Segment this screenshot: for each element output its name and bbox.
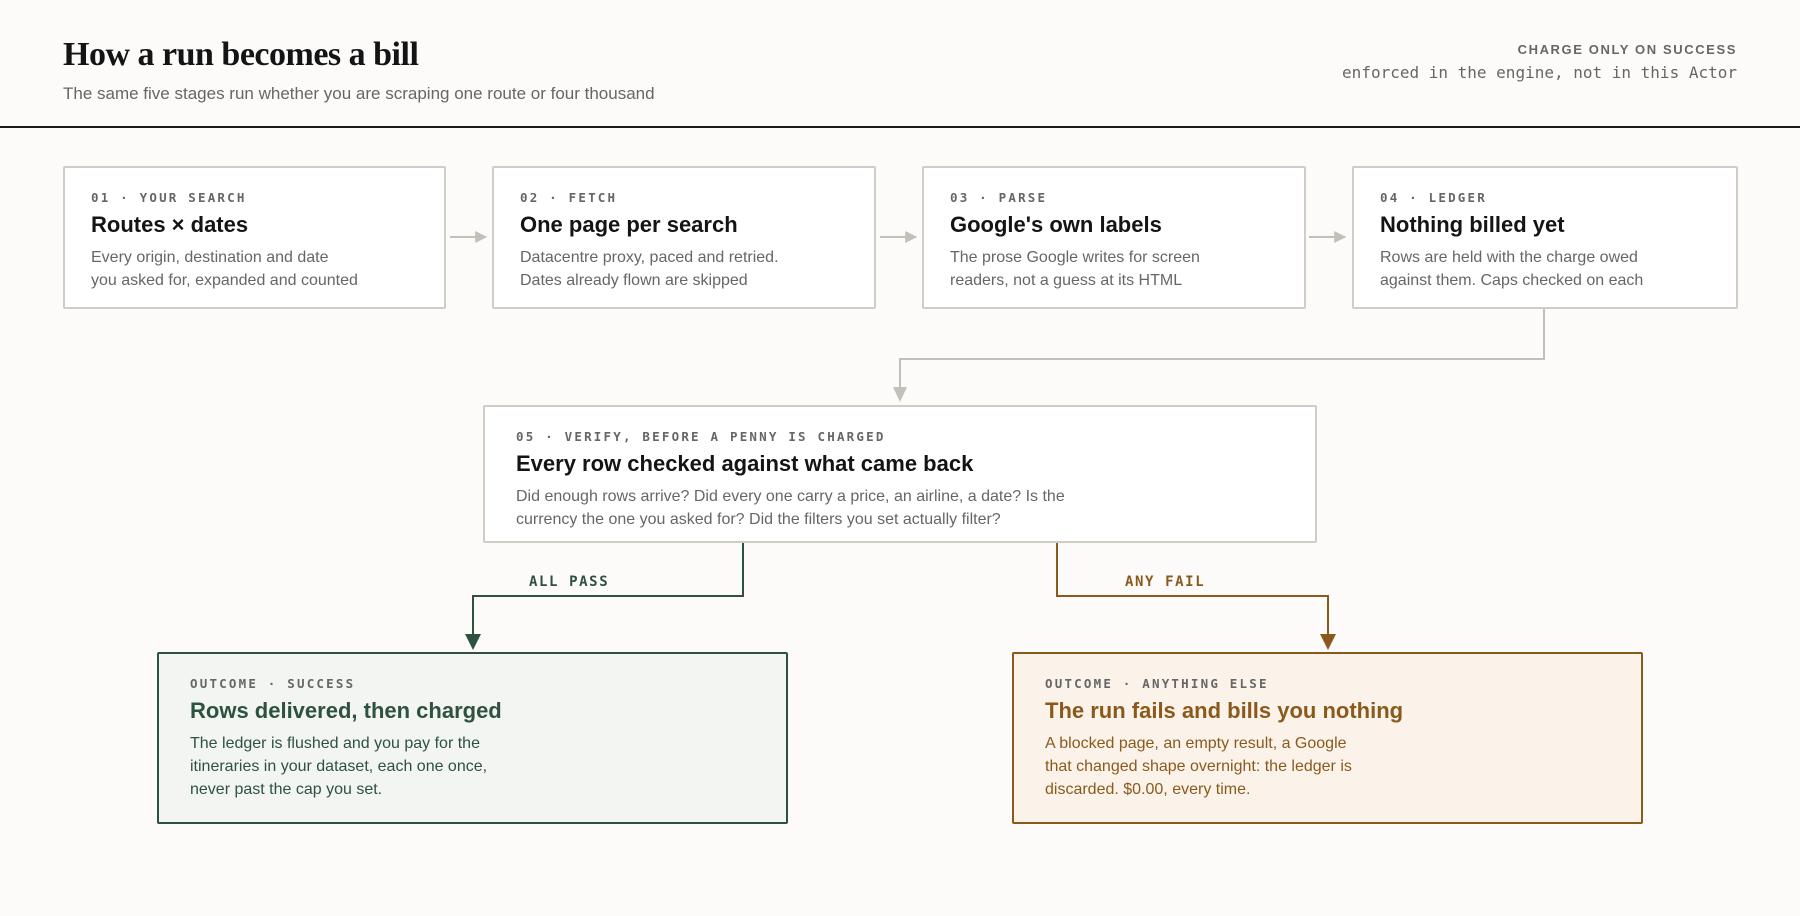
outcome-success-desc-line: The ledger is flushed and you pay for th… — [190, 735, 480, 752]
stage-03-desc: The prose Google writes for screen reade… — [950, 246, 1200, 292]
outcome-fail-step: OUTCOME · ANYTHING ELSE — [1045, 676, 1269, 691]
outcome-fail-desc-line: A blocked page, an empty result, a Googl… — [1045, 735, 1347, 752]
arrowhead-04-05 — [893, 387, 907, 402]
stage-01-desc-line: Every origin, destination and date — [91, 249, 329, 266]
outcome-success-title: Rows delivered, then charged — [190, 698, 502, 723]
stage-02-desc-line: Dates already flown are skipped — [520, 272, 748, 289]
stage-04-desc-line: against them. Caps checked on each — [1380, 272, 1644, 289]
outcome-success-card: OUTCOME · SUCCESS Rows delivered, then c… — [157, 652, 788, 824]
outcome-fail-card: OUTCOME · ANYTHING ELSE The run fails an… — [1012, 652, 1643, 824]
stage-01-step: 01 · YOUR SEARCH — [91, 190, 247, 205]
branch-label-pass: ALL PASS — [529, 574, 610, 590]
stage-03-desc-line: The prose Google writes for screen — [950, 249, 1200, 266]
stage-01-card: 01 · YOUR SEARCH Routes × dates Every or… — [63, 166, 446, 309]
outcome-fail-title: The run fails and bills you nothing — [1045, 698, 1404, 723]
outcome-fail-desc-line: discarded. $0.00, every time. — [1045, 781, 1251, 798]
stage-01-title: Routes × dates — [91, 212, 249, 237]
outcome-success-desc-line: never past the cap you set. — [190, 781, 383, 798]
outcome-success-desc-line: itineraries in your dataset, each one on… — [190, 758, 488, 775]
stage-04-desc: Rows are held with the charge owed again… — [1380, 246, 1643, 292]
arrow-04-05 — [899, 308, 1545, 388]
arrowhead-pass — [465, 634, 481, 650]
arrowhead-fail — [1320, 634, 1336, 650]
stage-01-desc: Every origin, destination and date you a… — [91, 246, 358, 292]
outcome-success-step: OUTCOME · SUCCESS — [190, 676, 356, 691]
stage-04-card: 04 · LEDGER Nothing billed yet Rows are … — [1352, 166, 1738, 309]
branch-label-fail: ANY FAIL — [1125, 574, 1206, 590]
stage-02-desc: Datacentre proxy, paced and retried. Dat… — [520, 246, 779, 292]
verify-desc-line: Did enough rows arrive? Did every one ca… — [516, 488, 1065, 505]
verify-step: 05 · VERIFY, BEFORE A PENNY IS CHARGED — [516, 429, 886, 444]
verify-card: 05 · VERIFY, BEFORE A PENNY IS CHARGED E… — [483, 405, 1317, 543]
outcome-fail-desc: A blocked page, an empty result, a Googl… — [1045, 732, 1352, 801]
stage-03-card: 03 · PARSE Google's own labels The prose… — [922, 166, 1306, 309]
stage-02-card: 02 · FETCH One page per search Datacentr… — [492, 166, 876, 309]
stage-02-title: One page per search — [520, 212, 738, 237]
outcome-success-desc: The ledger is flushed and you pay for th… — [190, 732, 487, 801]
verify-desc-line: currency the one you asked for? Did the … — [516, 511, 1001, 528]
verify-desc: Did enough rows arrive? Did every one ca… — [516, 485, 1065, 531]
stage-04-title: Nothing billed yet — [1380, 212, 1565, 237]
stage-03-desc-line: readers, not a guess at its HTML — [950, 272, 1183, 289]
stage-04-step: 04 · LEDGER — [1380, 190, 1487, 205]
stage-04-desc-line: Rows are held with the charge owed — [1380, 249, 1638, 266]
stage-03-title: Google's own labels — [950, 212, 1162, 237]
stage-01-desc-line: you asked for, expanded and counted — [91, 272, 358, 289]
stage-02-desc-line: Datacentre proxy, paced and retried. — [520, 249, 779, 266]
outcome-fail-desc-line: that changed shape overnight: the ledger… — [1045, 758, 1352, 775]
stage-02-step: 02 · FETCH — [520, 190, 618, 205]
verify-title: Every row checked against what came back — [516, 451, 974, 476]
stage-03-step: 03 · PARSE — [950, 190, 1048, 205]
